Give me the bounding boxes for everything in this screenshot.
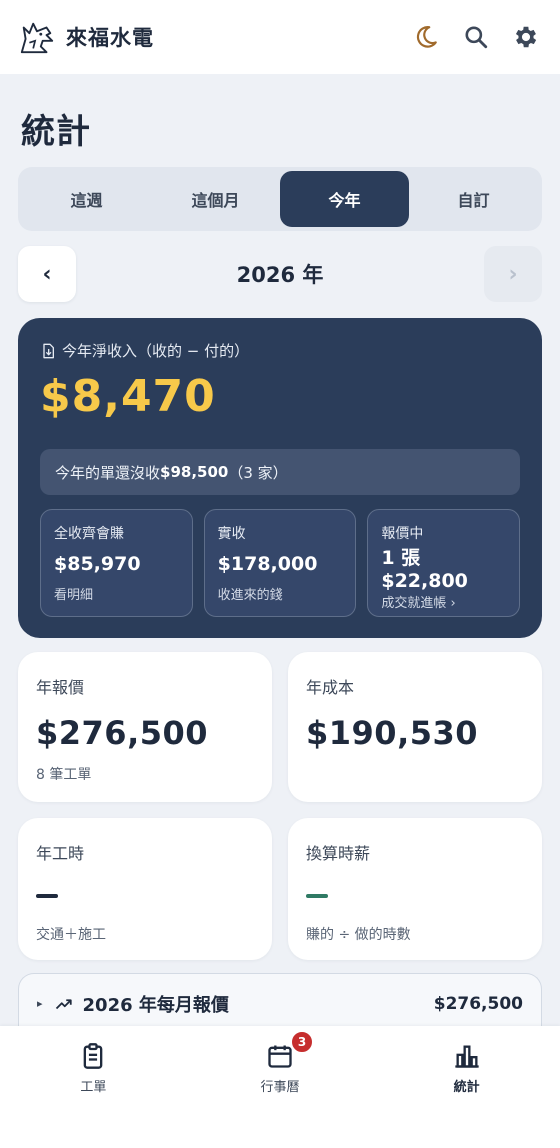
quoting-card[interactable]: 報價中 1 張 $22,800 成交就進帳 › bbox=[367, 509, 521, 617]
range-tabs: 這週 這個月 今年 自訂 bbox=[18, 167, 542, 231]
search-button[interactable] bbox=[462, 23, 490, 51]
nav-work-orders[interactable]: 工單 bbox=[0, 1042, 187, 1148]
net-income-amount: $8,470 bbox=[40, 371, 216, 422]
hourly-rate-empty-dash bbox=[306, 894, 328, 898]
annual-quote-value: $276,500 bbox=[36, 714, 209, 752]
tab-this-month[interactable]: 這個月 bbox=[151, 171, 280, 227]
hourly-rate-sub: 賺的 ÷ 做的時數 bbox=[306, 927, 411, 943]
full-profit-value: $85,970 bbox=[54, 552, 141, 575]
search-icon bbox=[465, 26, 488, 49]
full-profit-title: 全收齊會賺 bbox=[54, 526, 124, 542]
next-year-button[interactable]: › bbox=[483, 246, 542, 302]
annual-quote-card[interactable]: 年報價 $276,500 8 筆工單 bbox=[18, 652, 272, 802]
monthly-quotes-total: $276,500 bbox=[433, 993, 523, 1014]
unpaid-notice[interactable]: 今年的單還沒收 $98,500 （3 家） bbox=[40, 449, 520, 495]
calendar-icon-wrap: 3 bbox=[266, 1030, 314, 1070]
monthly-quotes-toggle[interactable]: ▸ 2026 年每月報價 $276,500 bbox=[18, 973, 542, 1033]
hourly-rate-title: 換算時薪 bbox=[306, 844, 371, 863]
nav-statistics[interactable]: 統計 bbox=[373, 1042, 560, 1148]
annual-cost-title: 年成本 bbox=[306, 678, 355, 697]
year-navigator: ‹ 2026 年 › bbox=[18, 246, 542, 302]
annual-hours-title: 年工時 bbox=[36, 844, 85, 863]
annual-hours-card[interactable]: 年工時 交通＋施工 bbox=[18, 818, 272, 960]
monthly-quotes-title: 2026 年每月報價 bbox=[82, 994, 229, 1016]
received-sub: 收進來的錢 bbox=[217, 588, 283, 603]
net-income-card: 今年淨收入（收的 − 付的） $8,470 今年的單還沒收 $98,500 （3 … bbox=[18, 318, 542, 638]
annual-cost-card[interactable]: 年成本 $190,530 bbox=[288, 652, 542, 802]
annual-hours-sub: 交通＋施工 bbox=[36, 927, 106, 943]
nav-statistics-label: 統計 bbox=[453, 1080, 480, 1095]
nav-calendar[interactable]: 3 行事曆 bbox=[187, 1030, 374, 1148]
tab-this-week[interactable]: 這週 bbox=[22, 171, 151, 227]
gear-icon bbox=[515, 26, 537, 48]
annual-cost-value: $190,530 bbox=[306, 714, 479, 752]
net-income-label-row: 今年淨收入（收的 − 付的） bbox=[40, 340, 520, 361]
previous-year-button[interactable]: ‹ bbox=[18, 246, 76, 302]
bar-chart-icon bbox=[455, 1045, 479, 1068]
annual-quote-title: 年報價 bbox=[36, 678, 85, 697]
brand[interactable]: 來福水電 bbox=[18, 18, 154, 56]
quoting-title: 報價中 bbox=[381, 526, 424, 542]
full-profit-card[interactable]: 全收齊會賺 $85,970 看明細 bbox=[40, 509, 193, 617]
hourly-rate-card[interactable]: 換算時薪 賺的 ÷ 做的時數 bbox=[288, 818, 542, 960]
received-title: 實收 bbox=[217, 526, 246, 542]
trending-up-icon bbox=[55, 998, 72, 1009]
clipboard-icon bbox=[83, 1043, 103, 1069]
quoting-sub: 成交就進帳 › bbox=[381, 596, 456, 611]
tab-this-year[interactable]: 今年 bbox=[280, 171, 409, 227]
document-download-icon bbox=[43, 343, 54, 358]
unpaid-notice-suffix: （3 家） bbox=[228, 463, 288, 482]
calendar-badge: 3 bbox=[290, 1030, 314, 1054]
year-label: 2026 年 bbox=[236, 263, 324, 287]
tab-custom[interactable]: 自訂 bbox=[409, 171, 538, 227]
full-profit-link: 看明細 bbox=[54, 588, 94, 603]
wolf-logo-icon bbox=[20, 22, 54, 54]
app-title: 來福水電 bbox=[66, 26, 154, 50]
nav-work-orders-label: 工單 bbox=[80, 1080, 107, 1095]
annual-quote-sub: 8 筆工單 bbox=[36, 767, 92, 783]
quoting-value: 1 張 $22,800 bbox=[381, 547, 468, 592]
theme-toggle-button[interactable] bbox=[412, 23, 440, 51]
nav-calendar-label: 行事曆 bbox=[260, 1080, 300, 1095]
top-bar: 來福水電 bbox=[0, 0, 560, 74]
page-title: 統計 bbox=[21, 112, 91, 152]
expand-caret-icon: ▸ bbox=[37, 997, 43, 1010]
settings-button[interactable] bbox=[512, 23, 540, 51]
annual-hours-empty-dash bbox=[36, 894, 58, 898]
unpaid-amount: $98,500 bbox=[160, 463, 229, 481]
unpaid-notice-prefix: 今年的單還沒收 bbox=[55, 463, 161, 482]
net-income-label: 今年淨收入（收的 − 付的） bbox=[62, 342, 250, 360]
bottom-navigation: 工單 3 行事曆 統計 bbox=[0, 1026, 560, 1148]
received-card[interactable]: 實收 $178,000 收進來的錢 bbox=[203, 509, 357, 617]
moon-icon bbox=[416, 26, 437, 48]
received-value: $178,000 bbox=[217, 552, 318, 575]
